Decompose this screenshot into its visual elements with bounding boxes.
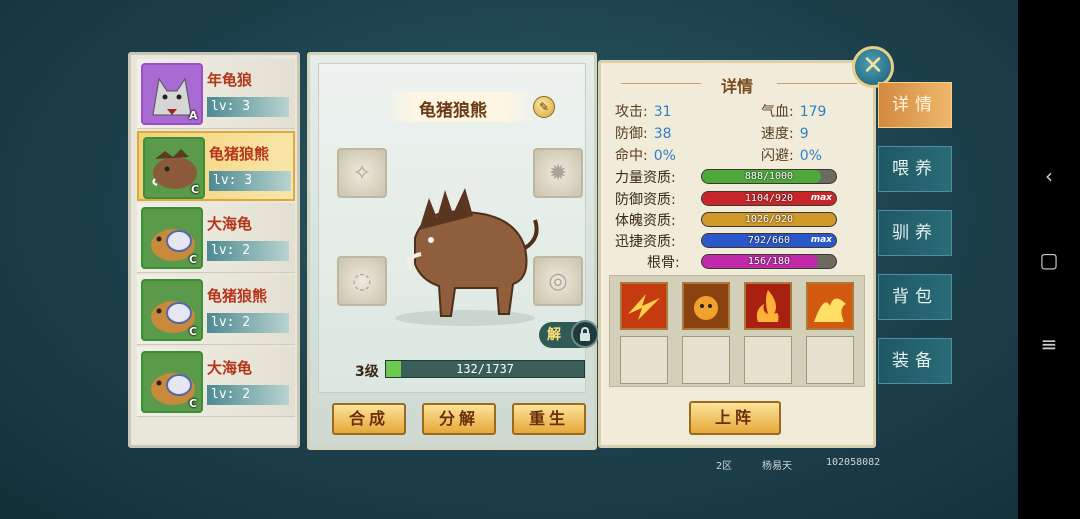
skill-fire-icon [746, 284, 790, 328]
pet-level: lv: 3 [207, 97, 289, 117]
pet-grade: A [189, 109, 198, 122]
android-nav-bar: ‹ ▢ ≡ [1018, 0, 1080, 519]
player-name: 杨易天 [762, 461, 792, 472]
pet-level: lv: 2 [207, 313, 289, 333]
stat-speed: 速度: 9 [761, 126, 809, 142]
unlock-label: 解 [547, 327, 561, 343]
pet-view-panel: 龟猪狼熊 ✎ ✧ ✹ ◌ ◎ 解 3级 132/1737 合成 分解 重生 [307, 52, 599, 450]
aptitude-bar-agility: 792/660 max [701, 233, 837, 248]
skill-blaze-icon [808, 284, 852, 328]
exp-text: 132/1737 [456, 362, 514, 376]
pet-name: 龟猪狼熊 [209, 145, 270, 163]
exp-bar: 132/1737 [385, 360, 585, 378]
skill-slot[interactable] [620, 282, 668, 330]
pet-level: lv: 2 [207, 241, 289, 261]
tab-train[interactable]: 驯养 [878, 210, 952, 256]
pet-list-item[interactable]: A 年龟狼 lv: 3 [137, 59, 295, 129]
tab-bag[interactable]: 背包 [878, 274, 952, 320]
aptitude-label: 迅捷资质: [615, 234, 676, 250]
skill-grid [609, 275, 865, 387]
unlock-button[interactable]: 解 [539, 320, 599, 348]
pet-list-item[interactable]: C 龟猪狼熊 lv: 2 [137, 275, 295, 345]
skill-beast-icon [684, 284, 728, 328]
aptitude-label: 力量资质: [615, 170, 676, 186]
deploy-button[interactable]: 上阵 [689, 401, 781, 435]
tab-feed[interactable]: 喂养 [878, 146, 952, 192]
pet-name: 大海龟 [207, 359, 253, 377]
pet-grade: C [189, 325, 198, 338]
skill-slot[interactable] [806, 282, 854, 330]
home-icon[interactable]: ▢ [1040, 248, 1059, 272]
lock-icon [571, 320, 599, 348]
pet-title: 龟猪狼熊 [419, 101, 487, 121]
skill-slot-empty[interactable] [620, 336, 668, 384]
rebirth-button[interactable]: 重生 [512, 403, 586, 435]
pet-grade: C [189, 397, 198, 410]
pet-model [395, 188, 539, 326]
server-label: 2区 [716, 461, 733, 472]
pet-name: 龟猪狼熊 [207, 287, 268, 305]
aptitude-bar-defense: 1104/920 max [701, 191, 837, 206]
back-icon[interactable]: ‹ [1045, 164, 1053, 188]
pet-list-item[interactable]: C 大海龟 lv: 2 [137, 203, 295, 273]
pet-name: 年龟狼 [207, 71, 253, 89]
pet-list-item[interactable]: C 大海龟 lv: 2 [137, 347, 295, 417]
pet-list-panel[interactable]: A 年龟狼 lv: 3 C 龟猪狼熊 lv: 3 C 大海龟 lv: 2 C 龟… [128, 52, 300, 448]
pet-level-label: 3级 [355, 364, 379, 380]
skill-strike-icon [622, 284, 666, 328]
skill-slot[interactable] [744, 282, 792, 330]
aptitude-bar-strength: 888/1000 [701, 169, 837, 184]
aptitude-label: 防御资质: [615, 192, 676, 208]
aptitude-bar-root: 156/180 [701, 254, 837, 269]
pet-level: lv: 3 [209, 171, 291, 191]
synthesize-button[interactable]: 合成 [332, 403, 406, 435]
skill-slot-empty[interactable] [744, 336, 792, 384]
details-title: 详情 [720, 77, 753, 96]
decompose-button[interactable]: 分解 [422, 403, 496, 435]
stat-hp: 气血: 179 [761, 104, 827, 120]
skill-slot[interactable] [682, 282, 730, 330]
edit-name-button[interactable]: ✎ [533, 96, 555, 118]
details-panel: 详情 攻击: 31 气血: 179 防御: 38 速度: 9 命中: 0% 闪避: 0% 力… [598, 60, 876, 448]
equip-slot-weapon[interactable]: ✧ [337, 148, 387, 198]
tab-equipment[interactable]: 装备 [878, 338, 952, 384]
tab-details[interactable]: 详情 [878, 82, 952, 128]
stat-defense: 防御: 38 [615, 126, 672, 142]
pet-grade: C [189, 253, 198, 266]
pet-stage: 龟猪狼熊 ✎ ✧ ✹ ◌ ◎ 解 3级 132/1737 [318, 63, 599, 393]
stat-attack: 攻击: 31 [615, 104, 672, 120]
skill-slot-empty[interactable] [806, 336, 854, 384]
pet-list-item-selected[interactable]: C 龟猪狼熊 lv: 3 [137, 131, 295, 201]
skill-slot-empty[interactable] [682, 336, 730, 384]
aptitude-bar-constitution: 1026/920 [701, 212, 837, 227]
pet-name: 大海龟 [207, 215, 253, 233]
pet-level: lv: 2 [207, 385, 289, 405]
stat-dodge: 闪避: 0% [761, 148, 822, 164]
aptitude-label: 体魄资质: [615, 213, 676, 229]
equip-slot-necklace[interactable]: ◌ [337, 256, 387, 306]
player-id: 102058082 [826, 457, 881, 468]
menu-icon[interactable]: ≡ [1041, 332, 1058, 356]
pet-grade: C [191, 183, 200, 196]
stat-hit: 命中: 0% [615, 148, 676, 164]
aptitude-label: 根骨: [647, 255, 680, 271]
